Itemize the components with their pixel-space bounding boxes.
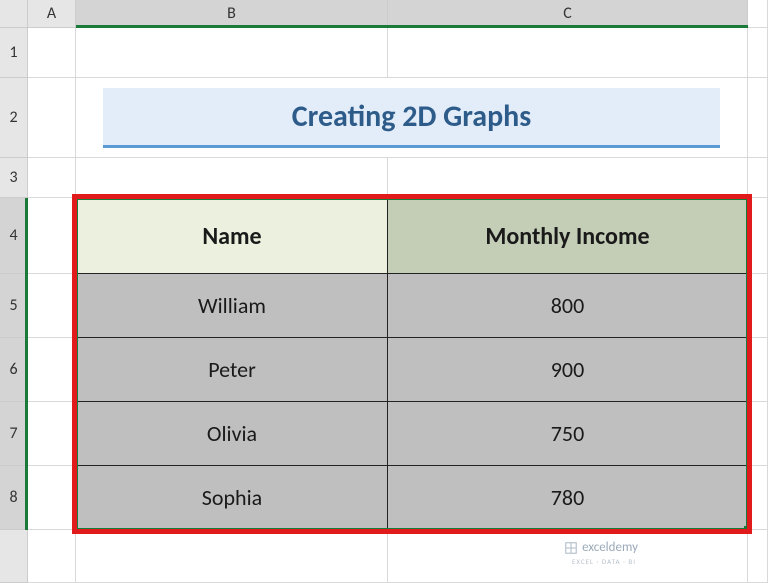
row-header-9[interactable] (0, 530, 28, 583)
cell-C3[interactable] (388, 158, 748, 198)
table-row[interactable]: Peter (76, 338, 388, 402)
table-row[interactable]: Olivia (76, 402, 388, 466)
row-header-3[interactable]: 3 (0, 158, 28, 198)
watermark: exceldemy (564, 540, 638, 555)
cell-A4[interactable] (28, 198, 76, 274)
cell-D3[interactable] (748, 158, 768, 198)
table-row[interactable]: 780 (388, 466, 748, 530)
cell-D7[interactable] (748, 402, 768, 466)
cell-A2[interactable] (28, 78, 76, 158)
cell-A3[interactable] (28, 158, 76, 198)
cell-B9[interactable] (76, 530, 388, 583)
spreadsheet-icon (564, 541, 578, 555)
title-cell[interactable]: Creating 2D Graphs (76, 78, 748, 158)
table-row[interactable]: William (76, 274, 388, 338)
col-selection-marker (76, 0, 748, 28)
cell-D4[interactable] (748, 198, 768, 274)
cell-D5[interactable] (748, 274, 768, 338)
cell-D1[interactable] (748, 28, 768, 78)
cell-A6[interactable] (28, 338, 76, 402)
row-header-2[interactable]: 2 (0, 78, 28, 158)
table-header-income[interactable]: Monthly Income (388, 198, 748, 274)
cell-B3[interactable] (76, 158, 388, 198)
row-selection-marker (0, 198, 28, 530)
cell-A5[interactable] (28, 274, 76, 338)
spreadsheet-grid: A B C 1 2 Creating 2D Graphs 3 4 Name Mo… (0, 0, 768, 583)
row-header-1[interactable]: 1 (0, 28, 28, 78)
col-header-A[interactable]: A (28, 0, 76, 28)
table-header-name[interactable]: Name (76, 198, 388, 274)
table-row[interactable]: Sophia (76, 466, 388, 530)
table-row[interactable]: 900 (388, 338, 748, 402)
watermark-brand: exceldemy (582, 540, 638, 555)
page-title: Creating 2D Graphs (103, 88, 720, 148)
cell-B1[interactable] (76, 28, 388, 78)
cell-A1[interactable] (28, 28, 76, 78)
cell-D9[interactable] (748, 530, 768, 583)
cell-A9[interactable] (28, 530, 76, 583)
cell-A7[interactable] (28, 402, 76, 466)
cell-D6[interactable] (748, 338, 768, 402)
table-row[interactable]: 750 (388, 402, 748, 466)
cell-A8[interactable] (28, 466, 76, 530)
col-header-overflow (748, 0, 768, 28)
watermark-tagline: EXCEL · DATA · BI (572, 557, 636, 566)
cell-D8[interactable] (748, 466, 768, 530)
cell-D2[interactable] (748, 78, 768, 158)
cell-C9[interactable] (388, 530, 748, 583)
table-row[interactable]: 800 (388, 274, 748, 338)
cell-C1[interactable] (388, 28, 748, 78)
select-all-corner[interactable] (0, 0, 28, 28)
